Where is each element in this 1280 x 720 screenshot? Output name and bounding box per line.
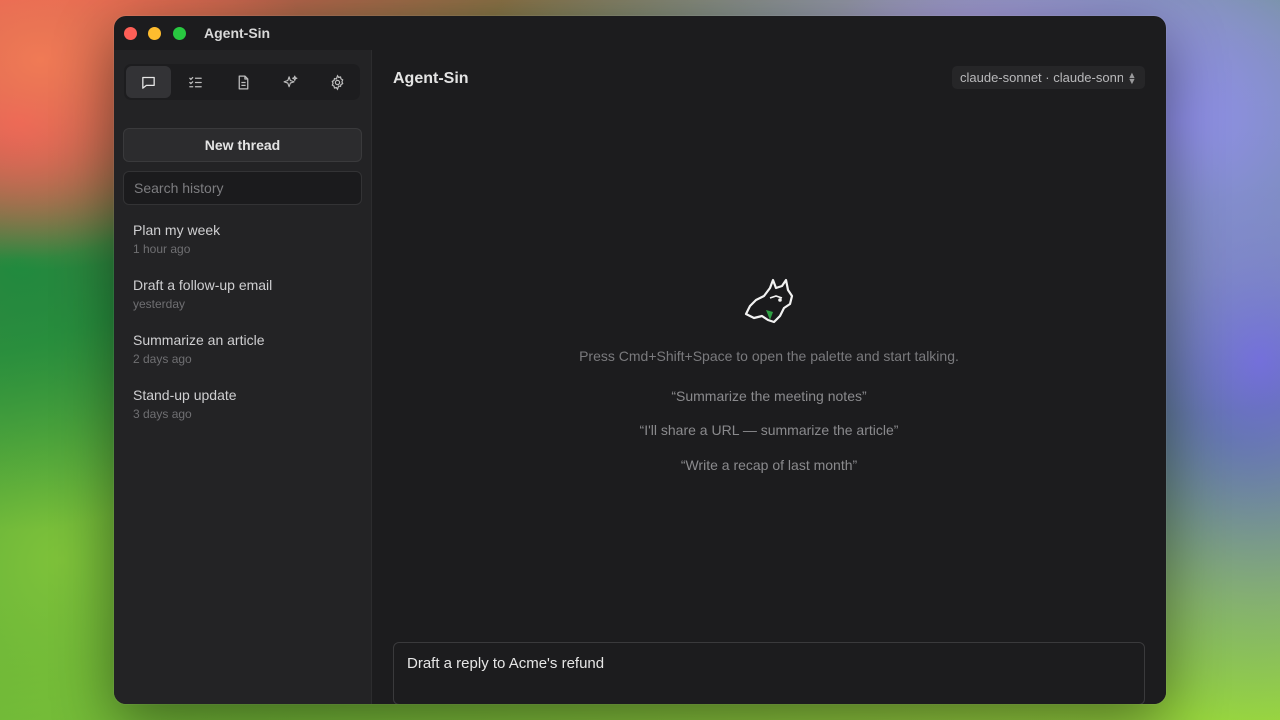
history-item[interactable]: Draft a follow-up email yesterday bbox=[123, 268, 362, 323]
suggestion-prompt[interactable]: “Summarize the meeting notes” bbox=[372, 388, 1166, 404]
window-title: Agent-Sin bbox=[204, 25, 271, 41]
history-item-time: 3 days ago bbox=[133, 407, 192, 421]
main-panel: Agent-Sin claude-sonnet · claude-sonnet … bbox=[372, 50, 1166, 704]
model-selector[interactable]: claude-sonnet · claude-sonnet ▲ ▼ bbox=[952, 66, 1145, 89]
history-item-title: Plan my week bbox=[133, 222, 221, 238]
sidebar: New thread Plan my week 1 hour ago Draft… bbox=[114, 50, 372, 704]
title-bar[interactable]: Agent-Sin bbox=[114, 16, 1166, 50]
tab-chat[interactable] bbox=[126, 66, 172, 98]
tab-settings[interactable] bbox=[315, 66, 360, 98]
tab-tasks[interactable] bbox=[173, 66, 218, 98]
history-item[interactable]: Plan my week 1 hour ago bbox=[123, 213, 362, 268]
document-icon bbox=[238, 74, 248, 90]
history-item-time: yesterday bbox=[133, 297, 186, 311]
history-item-title: Draft a follow-up email bbox=[133, 277, 273, 293]
rhino-mascot-logo bbox=[744, 278, 794, 324]
checklist-icon bbox=[189, 76, 203, 87]
history-item[interactable]: Summarize an article 2 days ago bbox=[123, 323, 362, 378]
tab-skills[interactable] bbox=[268, 66, 313, 98]
page-title: Agent-Sin bbox=[393, 70, 469, 87]
zoom-window-button[interactable] bbox=[173, 27, 186, 40]
history-item-title: Stand-up update bbox=[133, 387, 237, 403]
close-window-button[interactable] bbox=[124, 27, 137, 40]
suggestion-prompt[interactable]: “I'll share a URL — summarize the articl… bbox=[372, 422, 1166, 438]
minimize-window-button[interactable] bbox=[148, 27, 161, 40]
history-item-time: 2 days ago bbox=[133, 352, 192, 366]
model-selector-value: claude-sonnet · claude-sonnet bbox=[960, 70, 1123, 85]
sidebar-tab-bar bbox=[124, 64, 360, 100]
new-thread-button[interactable]: New thread bbox=[123, 128, 362, 162]
tab-documents[interactable] bbox=[220, 66, 265, 98]
search-history-input[interactable] bbox=[123, 171, 362, 205]
history-item-title: Summarize an article bbox=[133, 332, 265, 348]
sparkles-icon bbox=[283, 75, 298, 87]
history-item-time: 1 hour ago bbox=[133, 242, 191, 256]
message-composer-input[interactable]: Draft a reply to Acme's refund bbox=[393, 642, 1145, 704]
history-list: Plan my week 1 hour ago Draft a follow-u… bbox=[123, 213, 362, 433]
gear-icon bbox=[331, 73, 344, 91]
suggestion-prompt[interactable]: “Write a recap of last month” bbox=[372, 457, 1166, 473]
chat-bubble-icon bbox=[142, 76, 155, 89]
history-item[interactable]: Stand-up update 3 days ago bbox=[123, 378, 362, 433]
chevron-up-down-icon: ▲ ▼ bbox=[1127, 69, 1137, 86]
empty-state-hint: Press Cmd+Shift+Space to open the palett… bbox=[579, 348, 959, 364]
app-window: Agent-Sin New thread Plan my week bbox=[114, 16, 1166, 704]
